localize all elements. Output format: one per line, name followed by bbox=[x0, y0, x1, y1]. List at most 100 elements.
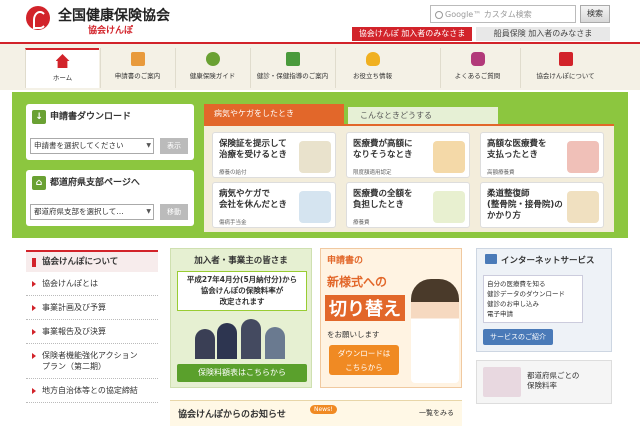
service-item: 自分の医療費を知る bbox=[487, 280, 546, 288]
news-section: 協会けんぽからのお知らせ News! 一覧をみる bbox=[170, 400, 462, 426]
sidebar-item[interactable]: 地方自治体等との協定締結 bbox=[26, 379, 158, 403]
tab-seamen[interactable]: 船員保険 加入者のみなさま bbox=[476, 27, 610, 41]
card-illustration bbox=[433, 191, 465, 223]
nav-useful[interactable]: お役立ち情報 bbox=[335, 48, 409, 88]
branch-title-text: 都道府県支部ページへ bbox=[50, 178, 140, 188]
header: 全国健康保険協会 協会けんぽ Google™ カスタム検索 検索 協会けんぽ 加… bbox=[0, 0, 640, 42]
map-icon: ⌂ bbox=[32, 175, 46, 190]
main-nav: ホーム 申請書のご案内 健康保険ガイド 健診・保健指導のご案内 お役立ち情報 よ… bbox=[0, 42, 640, 90]
show-button[interactable]: 表示 bbox=[160, 138, 188, 154]
lightbulb-icon bbox=[365, 52, 380, 66]
card-title: 柔道整復師 (整骨院・接骨院)の かかり方 bbox=[487, 189, 563, 221]
sidebar-item[interactable]: 事業報告及び決算 bbox=[26, 320, 158, 344]
nav-label: 協会けんぽについて bbox=[536, 72, 595, 80]
banner-text: 新様式への bbox=[327, 275, 388, 289]
card-illustration bbox=[433, 141, 465, 173]
sidebar-item[interactable]: 協会けんぽとは bbox=[26, 272, 158, 296]
banner-note: をお願いします bbox=[327, 330, 380, 339]
download-title: ↓ 申請書ダウンロード bbox=[32, 109, 131, 124]
card-illustration bbox=[567, 191, 599, 223]
sidebar-item[interactable]: 保険者機能強化アクション プラン（第二期） bbox=[26, 344, 158, 379]
card-judo-therapist[interactable]: 柔道整復師 (整骨院・接骨院)の かかり方 bbox=[480, 182, 604, 228]
nav-label: 申請書のご案内 bbox=[114, 72, 161, 80]
branch-select[interactable]: 都道府県支部を選択して… bbox=[30, 204, 154, 220]
card-high-cost[interactable]: 医療費が高額に なりそうなとき限度額適用認定 bbox=[346, 132, 470, 178]
card-sub: 高額療養費 bbox=[487, 170, 515, 176]
service-intro-button[interactable]: サービスのご紹介 bbox=[483, 329, 553, 345]
banner-heading: 申請書の bbox=[327, 256, 364, 266]
tab-situations[interactable]: こんなときどうする bbox=[348, 107, 498, 124]
rate-illustration bbox=[483, 367, 521, 397]
search-placeholder: Google™ カスタム検索 bbox=[445, 10, 532, 19]
nav-label: ホーム bbox=[52, 74, 73, 82]
sidebar-item[interactable]: 事業計画及び予算 bbox=[26, 296, 158, 320]
card-illustration bbox=[299, 191, 331, 223]
home-icon bbox=[55, 54, 70, 68]
download-panel: ↓ 申請書ダウンロード 申請書を選択してください 表示 bbox=[26, 104, 194, 160]
nav-about[interactable]: 協会けんぽについて bbox=[520, 48, 610, 88]
card-sub: 傷病手当金 bbox=[219, 220, 247, 226]
premium-banner[interactable]: 加入者・事業主の皆さま 平成27年4月分(5月納付分)から 協会けんぽの保険料率… bbox=[170, 248, 312, 388]
download-icon: ↓ bbox=[32, 109, 46, 124]
nav-label: よくあるご質問 bbox=[454, 72, 501, 80]
card-title: 保険証を提示して 治療を受けるとき bbox=[219, 139, 288, 160]
card-title: 高額な医療費を 支払ったとき bbox=[487, 139, 547, 160]
card-sub: 限度額適用認定 bbox=[353, 170, 392, 176]
nav-guide[interactable]: 健康保険ガイド bbox=[175, 48, 249, 88]
situation-tabs: 病気やケガをしたとき こんなときどうする bbox=[204, 104, 614, 124]
card-title: 医療費が高額に なりそうなとき bbox=[353, 139, 413, 160]
about-sidebar: 協会けんぽについて 協会けんぽとは 事業計画及び予算 事業報告及び決算 保険者機… bbox=[26, 250, 158, 403]
new-forms-banner[interactable]: 申請書の 新様式への 切り替え をお願いします ダウンロードは こちらから bbox=[320, 248, 462, 388]
news-more-link[interactable]: 一覧をみる bbox=[419, 408, 454, 418]
service-item: 健診データのダウンロード bbox=[487, 290, 565, 298]
search-icon bbox=[435, 10, 443, 19]
internet-service-banner[interactable]: インターネットサービス 自分の医療費を知る 健診データのダウンロード 健診のお申… bbox=[476, 248, 612, 352]
banner-highlight: 切り替え bbox=[325, 295, 405, 321]
card-title: 病気やケガで 会社を休んだとき bbox=[219, 189, 288, 210]
premium-rate-banner[interactable]: 都道府県ごとの 保険料率 bbox=[476, 360, 612, 404]
card-sick-leave[interactable]: 病気やケガで 会社を休んだとき傷病手当金 bbox=[212, 182, 336, 228]
nav-home[interactable]: ホーム bbox=[25, 48, 99, 88]
card-full-payment[interactable]: 医療費の全額を 負担したとき 療養費 bbox=[346, 182, 470, 228]
news-title: 協会けんぽからのお知らせ bbox=[178, 410, 286, 420]
banner-heading: インターネットサービス bbox=[477, 249, 611, 266]
move-button[interactable]: 移動 bbox=[160, 204, 188, 220]
nav-faq[interactable]: よくあるご質問 bbox=[440, 48, 514, 88]
document-icon bbox=[130, 52, 145, 66]
download-button[interactable]: ダウンロードは こちらから bbox=[329, 345, 399, 375]
card-insurance-card[interactable]: 保険証を提示して 治療を受けるとき療養の給付 bbox=[212, 132, 336, 178]
branch-title: ⌂ 都道府県支部ページへ bbox=[32, 175, 140, 190]
banner-heading: 加入者・事業主の皆さま bbox=[194, 256, 288, 266]
speech-bubble-icon bbox=[470, 52, 485, 66]
premium-notice: 平成27年4月分(5月納付分)から 協会けんぽの保険料率が 改定されます bbox=[177, 271, 307, 311]
service-item: 健診のお申し込み bbox=[487, 300, 539, 308]
news-badge: News! bbox=[310, 405, 337, 414]
service-item: 電子申請 bbox=[487, 310, 513, 318]
card-paid-cost[interactable]: 高額な医療費を 支払ったとき高額療養費 bbox=[480, 132, 604, 178]
nav-label: お役立ち情報 bbox=[353, 72, 392, 80]
logo-subtitle: 協会けんぽ bbox=[88, 26, 134, 36]
tab-members[interactable]: 協会けんぽ 加入者のみなさま bbox=[352, 27, 472, 41]
card-sub: 療養費 bbox=[353, 220, 370, 226]
card-sub: 療養の給付 bbox=[219, 170, 247, 176]
tab-illness[interactable]: 病気やケガをしたとき bbox=[204, 104, 344, 124]
people-icon bbox=[205, 52, 220, 66]
search-input[interactable]: Google™ カスタム検索 bbox=[430, 5, 576, 23]
people-illustration bbox=[191, 315, 291, 359]
logo-title[interactable]: 全国健康保険協会 bbox=[58, 5, 170, 25]
service-list: 自分の医療費を知る 健診データのダウンロード 健診のお申し込み 電子申請 bbox=[483, 275, 583, 323]
form-select[interactable]: 申請書を選択してください bbox=[30, 138, 154, 154]
nav-label: 健診・保健指導のご案内 bbox=[256, 72, 329, 80]
info-icon bbox=[558, 52, 573, 66]
banner-text: 都道府県ごとの 保険料率 bbox=[527, 371, 580, 390]
premium-table-button[interactable]: 保険料額表はこちらから bbox=[177, 364, 307, 382]
logo-icon[interactable] bbox=[26, 6, 50, 30]
sidebar-title: 協会けんぽについて bbox=[26, 250, 158, 272]
search-button[interactable]: 検索 bbox=[580, 5, 610, 23]
nav-forms[interactable]: 申請書のご案内 bbox=[100, 48, 174, 88]
card-illustration bbox=[299, 141, 331, 173]
nav-checkup[interactable]: 健診・保健指導のご案内 bbox=[250, 48, 334, 88]
clipboard-icon bbox=[285, 52, 300, 66]
woman-illustration bbox=[411, 279, 459, 383]
nav-label: 健康保険ガイド bbox=[189, 72, 236, 80]
